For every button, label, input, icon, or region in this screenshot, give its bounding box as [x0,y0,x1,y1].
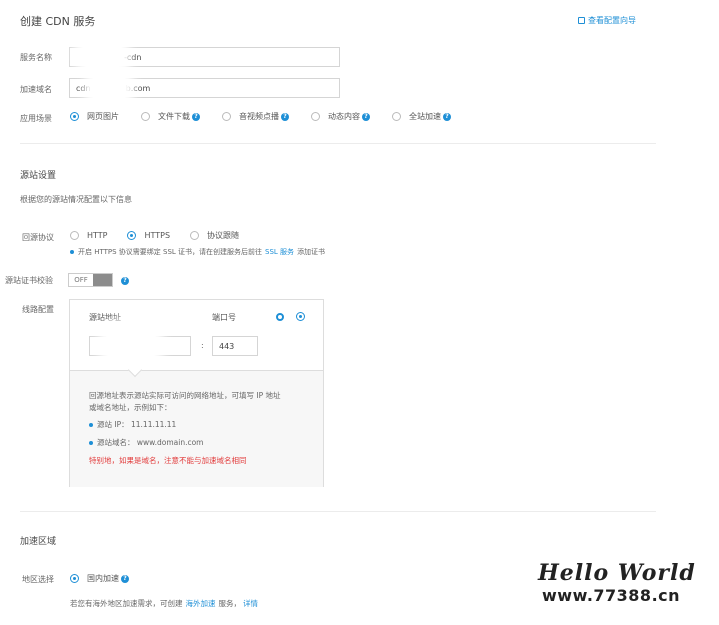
https-note-text: 开启 HTTPS 协议需要绑定 SSL 证书，请在创建服务后前往 [78,248,263,256]
bullet-icon [89,422,93,427]
bullet-icon [70,250,74,254]
radio-icon [222,112,231,121]
scene-option-vod[interactable]: 音视频点播 ? [222,111,289,122]
radio-selected-icon [70,112,79,121]
radio-icon [392,112,401,121]
bullet-icon [89,440,93,445]
https-note: 开启 HTTPS 协议需要绑定 SSL 证书，请在创建服务后前往 SSL 服务 … [70,247,325,257]
scene-option-dynamic[interactable]: 动态内容 ? [311,111,370,122]
scene-option-label: 动态内容 [328,112,360,121]
radio-icon [190,231,200,240]
redaction-blur [106,328,156,362]
port-input[interactable]: 443 [212,336,258,356]
page-title: 创建 CDN 服务 [20,15,96,28]
tip-ip-row: 源站 IP： 11.11.11.11 [89,419,176,430]
redaction-blur [82,38,122,70]
config-guide-label: 查看配置向导 [588,16,636,25]
cert-check-label: 源站证书校验 [5,276,53,285]
scene-option-label: 音视频点播 [239,112,279,121]
radio-selected-icon [127,231,137,240]
https-note-text-end: 添加证书 [297,248,326,256]
details-link[interactable]: 详情 [243,598,258,609]
region-label: 地区选择 [22,575,54,584]
section-divider [20,143,656,144]
domain-value-prefix: cdn [76,83,91,93]
region-radio-group: 国内加速 ? [70,573,151,584]
tip-text: 回源地址表示源站实际可访问的网络地址，可填写 IP 地址 或域名地址，示例如下： [89,390,281,414]
add-icon[interactable] [296,312,305,321]
protocol-option-http[interactable]: HTTP [70,231,107,240]
ssl-service-link[interactable]: SSL 服务 [265,247,294,257]
scene-option-whole-site[interactable]: 全站加速 ? [392,111,451,122]
region-note-text-mid: 服务， [218,599,242,608]
help-icon[interactable]: ? [121,574,129,583]
guide-icon [578,17,585,24]
help-icon[interactable]: ? [121,277,129,285]
radio-icon [70,231,79,240]
tip-line: 或域名地址，示例如下： [89,403,172,412]
protocol-option-label: HTTPS [144,231,171,240]
protocol-option-https[interactable]: HTTPS [127,231,170,240]
service-name-value: -cdn [124,52,142,62]
origin-address-header: 源站地址 [89,313,121,322]
tip-line: 回源地址表示源站实际可访问的网络地址，可填写 IP 地址 [89,391,281,400]
tip-ip-text: 源站 IP： 11.11.11.11 [97,420,177,429]
overseas-acceleration-link[interactable]: 海外加速 [186,598,216,609]
port-header: 端口号 [212,313,236,322]
protocol-option-label: 协议跟随 [207,231,240,240]
region-note: 若您有海外地区加速需求，可创建 海外加速 服务， 详情 [70,598,258,609]
protocol-option-label: HTTP [87,231,108,240]
scene-option-file-download[interactable]: 文件下载 ? [141,111,200,122]
scene-label: 应用场景 [20,114,52,123]
origin-section-title: 源站设置 [20,171,57,181]
scene-option-web-image[interactable]: 网页图片 [70,111,119,122]
region-section-title: 加速区域 [20,537,57,547]
region-option-domestic[interactable]: 国内加速 ? [70,573,129,584]
config-guide-link[interactable]: 查看配置向导 [578,15,636,26]
toggle-state: OFF [69,274,93,286]
scene-option-label: 文件下载 [158,112,190,121]
redaction-blur [92,70,126,106]
region-note-text: 若您有海外地区加速需求，可创建 [70,599,183,608]
watermark-url: www.77388.cn [542,586,681,605]
toggle-knob [93,274,112,286]
radio-selected-icon [70,574,79,583]
service-name-label: 服务名称 [20,53,52,62]
origin-hint: 根据您的源站情况配置以下信息 [20,195,132,204]
port-value: 443 [219,341,235,351]
help-icon[interactable]: ? [192,112,200,121]
line-config-card: 源站地址 端口号 : 443 回源地址表示源站实际可访问的网络地址，可填写 IP… [69,299,324,487]
scene-radio-group: 网页图片 文件下载 ? 音视频点播 ? 动态内容 ? 全站加速 ? [70,111,473,122]
radio-icon [141,112,150,121]
scene-option-label: 全站加速 [409,112,441,121]
section-divider [20,511,656,512]
card-top: 源站地址 端口号 : 443 [70,300,323,370]
tip-warning: 特别地，如果是域名，注意不能与加速域名相同 [89,456,247,465]
cert-check-toggle[interactable]: OFF [68,273,113,287]
protocol-radio-group: HTTP HTTPS 协议跟随 [70,230,261,241]
settings-icon[interactable] [276,313,284,321]
port-separator: : [201,341,204,350]
radio-icon [311,112,320,121]
help-icon[interactable]: ? [443,112,451,121]
protocol-label: 回源协议 [22,233,54,242]
line-config-label: 线路配置 [22,305,54,314]
protocol-option-follow[interactable]: 协议跟随 [190,230,239,241]
watermark-title: Hello World [538,560,696,586]
region-option-label: 国内加速 [87,574,119,583]
help-icon[interactable]: ? [362,112,370,121]
domain-label: 加速域名 [20,85,52,94]
scene-option-label: 网页图片 [87,112,119,121]
tip-domain-row: 源站域名： www.domain.com [89,437,203,448]
tip-domain-text: 源站域名： www.domain.com [97,438,204,447]
help-icon[interactable]: ? [281,112,289,121]
card-tip-panel: 回源地址表示源站实际可访问的网络地址，可填写 IP 地址 或域名地址，示例如下：… [70,370,323,487]
